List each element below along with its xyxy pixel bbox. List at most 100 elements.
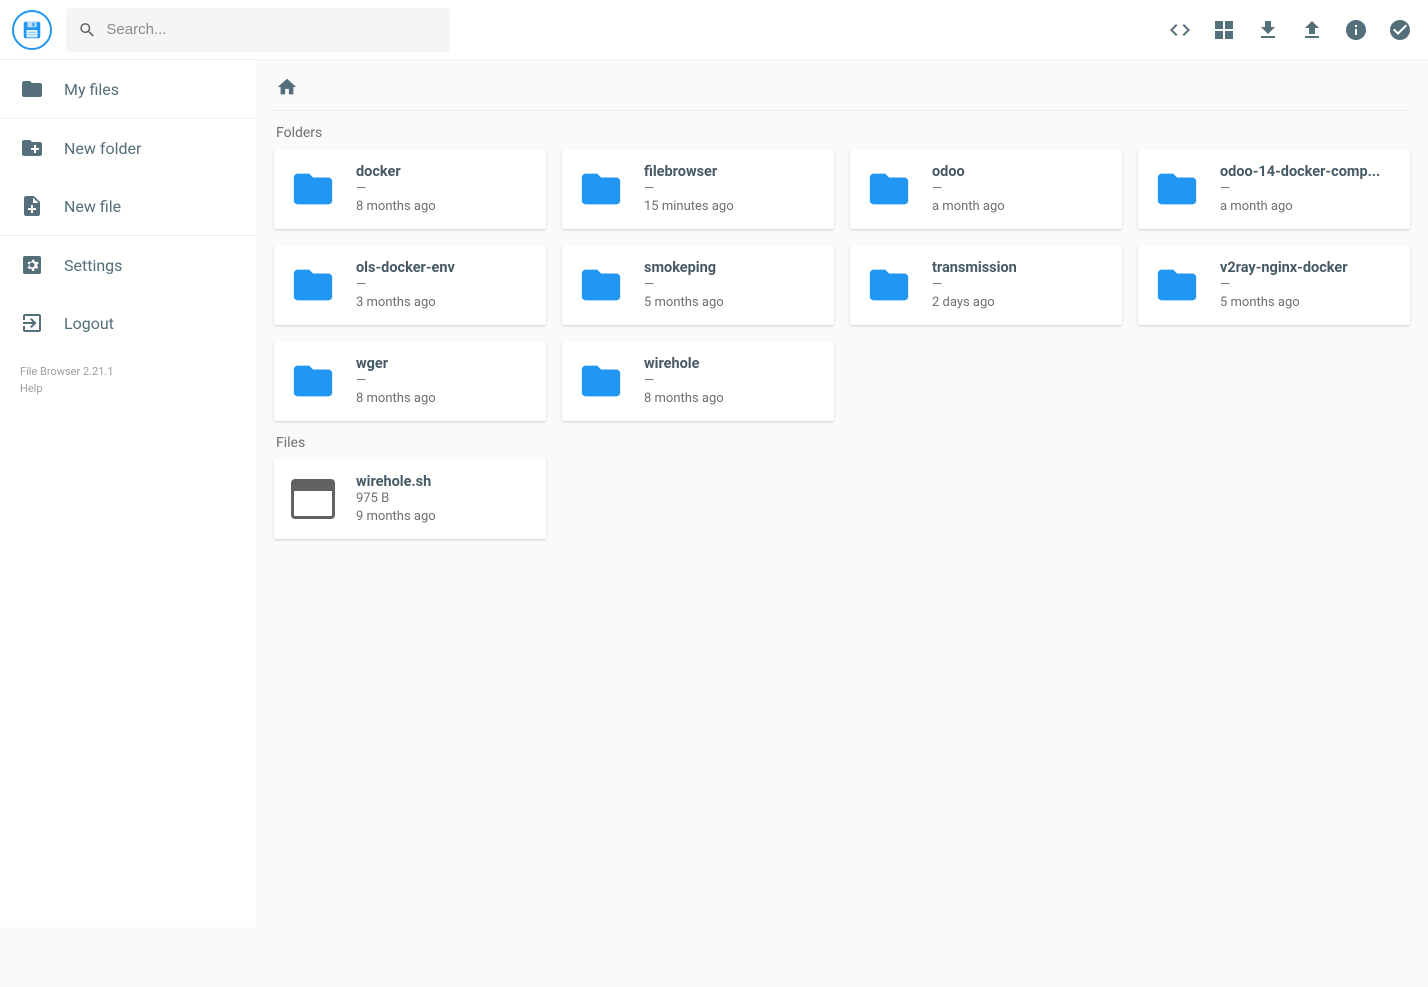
item-time: 2 days ago xyxy=(932,294,1017,312)
breadcrumbs xyxy=(274,74,1410,111)
item-name: wirehole xyxy=(644,355,724,372)
folder-icon xyxy=(866,262,912,308)
folder-icon xyxy=(866,166,912,212)
folder-meta: odoo—a month ago xyxy=(932,163,1005,215)
header xyxy=(0,0,1428,60)
version-text: File Browser 2.21.1 xyxy=(20,364,236,381)
item-name: odoo xyxy=(932,163,1005,180)
item-time: 5 months ago xyxy=(644,294,724,312)
sidebar-item-my-files[interactable]: My files xyxy=(0,60,256,118)
item-time: 9 months ago xyxy=(356,508,436,526)
select-all-button[interactable] xyxy=(1388,18,1412,42)
item-size: — xyxy=(644,180,734,198)
item-size: 975 B xyxy=(356,490,436,508)
shell-toggle-button[interactable] xyxy=(1168,18,1192,42)
folder-meta: wger—8 months ago xyxy=(356,355,436,407)
item-size: — xyxy=(1220,276,1348,294)
folder-card[interactable]: wger—8 months ago xyxy=(274,341,546,421)
download-button[interactable] xyxy=(1256,18,1280,42)
folder-thumb xyxy=(576,356,626,406)
folder-thumb xyxy=(288,164,338,214)
create-new-folder-icon xyxy=(20,136,44,160)
help-link[interactable]: Help xyxy=(20,381,236,398)
folder-icon xyxy=(1154,166,1200,212)
folder-thumb xyxy=(1152,164,1202,214)
folder-thumb xyxy=(576,260,626,310)
folder-meta: smokeping—5 months ago xyxy=(644,259,724,311)
sidebar-item-label: Settings xyxy=(64,256,122,275)
folder-icon xyxy=(290,166,336,212)
item-time: 15 minutes ago xyxy=(644,198,734,216)
file-thumb xyxy=(288,474,338,524)
sidebar-item-label: New folder xyxy=(64,139,141,158)
folder-meta: wirehole—8 months ago xyxy=(644,355,724,407)
search-input[interactable] xyxy=(106,21,438,38)
folder-icon xyxy=(578,166,624,212)
sidebar-credits: File Browser 2.21.1 Help xyxy=(0,352,256,409)
upload-button[interactable] xyxy=(1300,18,1324,42)
folder-card[interactable]: v2ray-nginx-docker—5 months ago xyxy=(1138,245,1410,325)
item-name: wirehole.sh xyxy=(356,473,436,490)
code-icon xyxy=(1168,18,1192,42)
item-name: transmission xyxy=(932,259,1017,276)
sidebar-item-label: Logout xyxy=(64,314,114,333)
file-card[interactable]: wirehole.sh975 B9 months ago xyxy=(274,459,546,539)
view-toggle-button[interactable] xyxy=(1212,18,1236,42)
folder-meta: ols-docker-env—3 months ago xyxy=(356,259,455,311)
sidebar-item-label: My files xyxy=(64,80,119,99)
main-content: Folders docker—8 months agofilebrowser—1… xyxy=(256,60,1428,571)
item-size: — xyxy=(644,372,724,390)
sidebar-item-label: New file xyxy=(64,197,121,216)
item-name: wger xyxy=(356,355,436,372)
file-meta: wirehole.sh975 B9 months ago xyxy=(356,473,436,525)
info-button[interactable] xyxy=(1344,18,1368,42)
folder-card[interactable]: ols-docker-env—3 months ago xyxy=(274,245,546,325)
item-size: — xyxy=(644,276,724,294)
folder-meta: docker—8 months ago xyxy=(356,163,436,215)
file-generic-icon xyxy=(291,479,335,519)
folder-thumb xyxy=(864,260,914,310)
folder-thumb xyxy=(288,260,338,310)
folder-meta: v2ray-nginx-docker—5 months ago xyxy=(1220,259,1348,311)
item-time: 8 months ago xyxy=(356,198,436,216)
folder-thumb xyxy=(1152,260,1202,310)
item-size: — xyxy=(1220,180,1380,198)
home-icon[interactable] xyxy=(276,76,298,98)
app-logo[interactable] xyxy=(12,10,52,50)
folder-icon xyxy=(578,262,624,308)
folder-card[interactable]: docker—8 months ago xyxy=(274,149,546,229)
item-name: filebrowser xyxy=(644,163,734,180)
folder-card[interactable]: transmission—2 days ago xyxy=(850,245,1122,325)
sidebar-item-settings[interactable]: Settings xyxy=(0,236,256,294)
item-name: ols-docker-env xyxy=(356,259,455,276)
search-icon xyxy=(78,20,96,40)
folder-card[interactable]: odoo—a month ago xyxy=(850,149,1122,229)
folder-icon xyxy=(290,358,336,404)
upload-icon xyxy=(1300,18,1324,42)
folder-card[interactable]: smokeping—5 months ago xyxy=(562,245,834,325)
item-name: v2ray-nginx-docker xyxy=(1220,259,1348,276)
sidebar-item-new-folder[interactable]: New folder xyxy=(0,119,256,177)
folder-icon xyxy=(1154,262,1200,308)
folder-card[interactable]: wirehole—8 months ago xyxy=(562,341,834,421)
check-circle-icon xyxy=(1388,18,1412,42)
folder-icon xyxy=(578,358,624,404)
folder-card[interactable]: filebrowser—15 minutes ago xyxy=(562,149,834,229)
sidebar-item-logout[interactable]: Logout xyxy=(0,294,256,352)
item-time: 8 months ago xyxy=(644,390,724,408)
item-time: a month ago xyxy=(932,198,1005,216)
download-icon xyxy=(1256,18,1280,42)
item-name: docker xyxy=(356,163,436,180)
item-size: — xyxy=(356,372,436,390)
floppy-disk-icon xyxy=(21,19,43,41)
item-size: — xyxy=(932,180,1005,198)
search-box[interactable] xyxy=(66,8,450,52)
folder-thumb xyxy=(288,356,338,406)
note-add-icon xyxy=(20,194,44,218)
item-name: odoo-14-docker-comp... xyxy=(1220,163,1380,180)
folder-card[interactable]: odoo-14-docker-comp...—a month ago xyxy=(1138,149,1410,229)
sidebar-item-new-file[interactable]: New file xyxy=(0,177,256,235)
item-time: 8 months ago xyxy=(356,390,436,408)
item-size: — xyxy=(932,276,1017,294)
item-time: a month ago xyxy=(1220,198,1380,216)
